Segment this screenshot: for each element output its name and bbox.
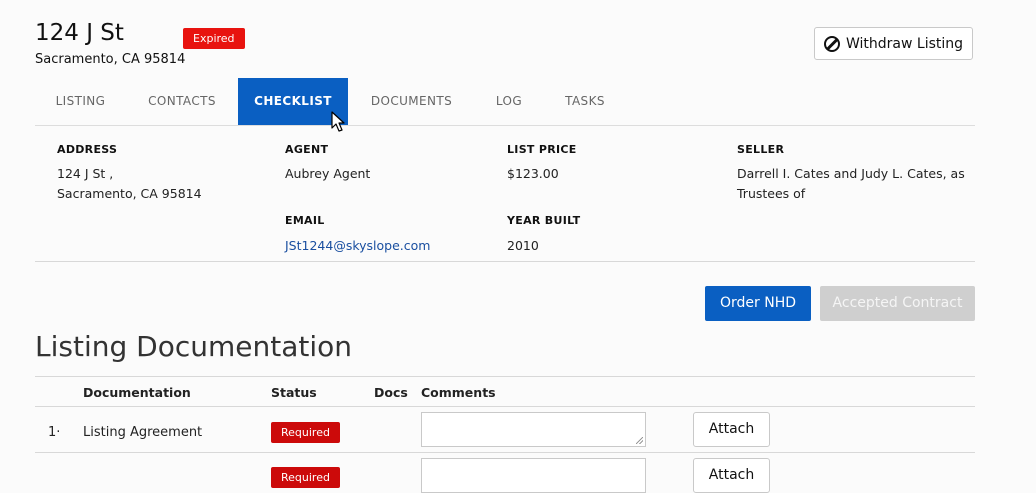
column-header-status: Status [271,385,317,400]
list-price-label: LIST PRICE [507,143,577,156]
tab-listing[interactable]: LISTING [35,78,126,125]
address-line2: Sacramento, CA 95814 [57,186,202,201]
email-link[interactable]: JSt1244@skyslope.com [285,236,430,256]
agent-value: Aubrey Agent [285,166,371,181]
details-divider [35,261,975,262]
page-subtitle: Sacramento, CA 95814 [35,52,186,67]
column-header-docs: Docs [374,385,408,400]
attach-button[interactable]: Attach [693,458,770,493]
order-nhd-button[interactable]: Order NHD [705,286,811,321]
tab-tasks[interactable]: TASKS [544,78,626,125]
section-title: Listing Documentation [35,330,352,363]
comments-textarea[interactable] [421,412,646,447]
agent-label: AGENT [285,143,329,156]
required-badge: Required [271,467,340,488]
column-header-comments: Comments [421,385,496,400]
address-line1: 124 J St , [57,166,114,181]
mouse-cursor-icon [331,111,345,132]
email-label: EMAIL [285,214,325,227]
seller-line1: Darrell I. Cates and Judy L. Cates, as [737,166,965,181]
page-title: 124 J St [35,20,124,46]
table-row-divider [35,452,975,453]
list-price-value: $123.00 [507,166,559,181]
year-built-value: 2010 [507,238,539,253]
seller-label: SELLER [737,143,785,156]
tab-log[interactable]: LOG [475,78,543,125]
column-header-documentation: Documentation [83,385,191,400]
withdraw-listing-button[interactable]: Withdraw Listing [814,27,973,60]
tab-documents[interactable]: DOCUMENTS [349,78,474,125]
status-badge: Expired [183,28,245,49]
tab-bar: LISTING CONTACTS CHECKLIST DOCUMENTS LOG… [35,78,975,126]
tab-contacts[interactable]: CONTACTS [127,78,237,125]
year-built-label: YEAR BUILT [507,214,581,227]
ban-icon [823,35,840,52]
resize-grip-icon[interactable] [636,437,643,444]
comments-textarea[interactable] [421,458,646,493]
required-badge: Required [271,422,340,443]
row-index: 1· [48,425,61,440]
table-header-divider [35,406,975,407]
seller-line2: Trustees of [737,186,806,201]
table-top-divider [35,376,975,377]
row-document-name: Listing Agreement [83,425,203,440]
withdraw-listing-label: Withdraw Listing [845,35,964,52]
accepted-contract-button[interactable]: Accepted Contract [820,286,975,321]
address-label: ADDRESS [57,143,118,156]
attach-button[interactable]: Attach [693,412,770,447]
